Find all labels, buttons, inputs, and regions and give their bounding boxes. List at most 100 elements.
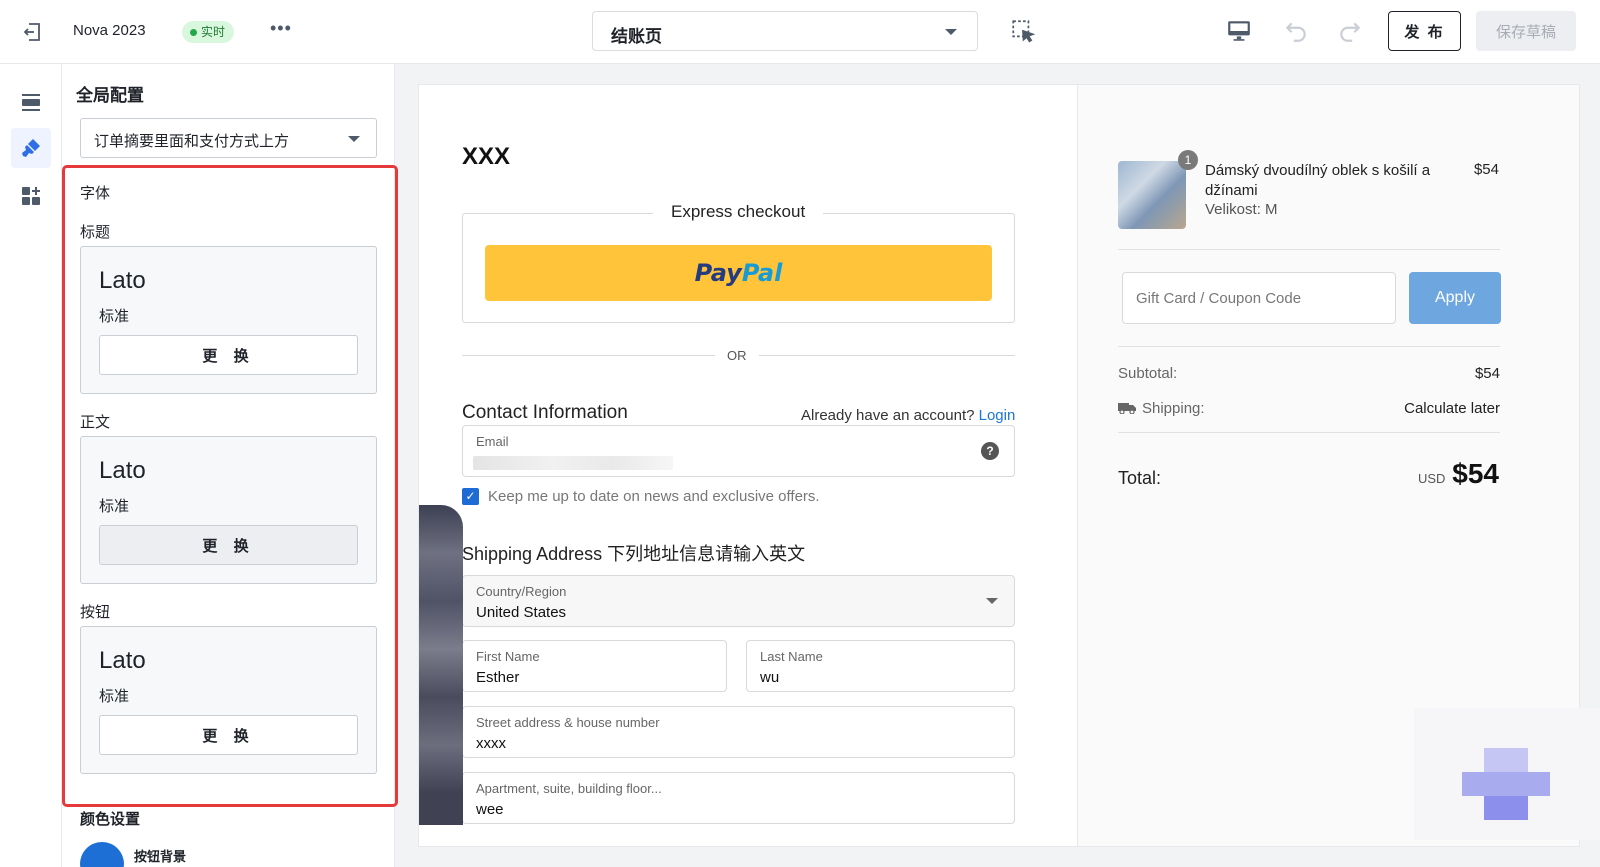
body-font-family: Lato (99, 457, 146, 484)
page-selector-value: 结账页 (611, 27, 662, 46)
product-price: $54 (1473, 161, 1499, 178)
or-text: OR (715, 348, 759, 363)
product-quantity-badge: 1 (1178, 150, 1198, 170)
street-address-field[interactable]: Street address & house number xxxx (462, 706, 1015, 758)
button-background-color-swatch[interactable] (80, 842, 124, 867)
change-heading-font-button[interactable]: 更 换 (99, 335, 358, 375)
country-region-select[interactable]: Country/Region United States (462, 575, 1015, 627)
street-address-label: Street address & house number (476, 715, 660, 730)
button-font-label: 按钮 (80, 604, 111, 621)
newsletter-checkbox[interactable]: ✓ (462, 488, 479, 505)
total-label: Total: (1118, 468, 1162, 488)
redo-icon[interactable] (1337, 18, 1363, 44)
shipping-label: Shipping: (1142, 400, 1205, 417)
email-field[interactable]: Email ? (462, 425, 1015, 477)
layout-position-value: 订单摘要里面和支付方式上方 (94, 133, 290, 150)
button-background-label: 按钮背景 (134, 849, 187, 864)
email-value-redacted (473, 456, 673, 470)
font-section-label: 字体 (80, 185, 111, 202)
store-logo-text: XXX (462, 143, 511, 170)
subtotal-value: $54 (1474, 365, 1500, 382)
summary-divider (1118, 249, 1500, 250)
button-font-style: 标准 (99, 688, 130, 705)
more-options-icon[interactable]: ••• (270, 18, 292, 39)
help-icon[interactable]: ? (981, 442, 999, 460)
coupon-code-input[interactable]: Gift Card / Coupon Code (1122, 272, 1396, 324)
total-currency: USD (1418, 471, 1446, 486)
heading-font-card: Lato 标准 更 换 (80, 246, 377, 394)
font-settings-highlight: 字体 标题 Lato 标准 更 换 正文 Lato 标准 更 换 按钮 Lato… (62, 165, 398, 807)
undo-icon[interactable] (1283, 18, 1309, 44)
sections-icon (22, 94, 40, 111)
layout-position-select[interactable]: 订单摘要里面和支付方式上方 (80, 118, 377, 158)
subtotal-label: Subtotal: (1118, 365, 1178, 382)
redacted-pixel (1462, 772, 1550, 796)
select-element-icon[interactable] (1010, 18, 1036, 44)
apartment-label: Apartment, suite, building floor... (476, 781, 662, 796)
live-badge-label: 实时 (201, 25, 226, 39)
email-label: Email (476, 434, 509, 449)
button-font-family: Lato (99, 647, 146, 674)
truck-icon (1118, 403, 1136, 414)
shipping-address-title: Shipping Address 下列地址信息请输入英文 (462, 544, 806, 564)
first-name-value: Esther (476, 669, 520, 686)
checkout-main-column: XXX Express checkout Pay Pal OR Contact I… (419, 85, 1077, 846)
paypal-logo-part1: Pay (694, 259, 742, 287)
body-font-label: 正文 (80, 414, 111, 431)
product-thumbnail (1118, 161, 1186, 229)
apartment-field[interactable]: Apartment, suite, building floor... wee (462, 772, 1015, 824)
heading-font-label: 标题 (80, 224, 111, 241)
top-bar: Nova 2023 实时 ••• 结账页 发 布 保存草稿 (0, 0, 1600, 64)
change-button-font-button[interactable]: 更 换 (99, 715, 358, 755)
page-selector[interactable]: 结账页 (592, 11, 978, 51)
publish-button[interactable]: 发 布 (1388, 11, 1461, 51)
heading-font-style: 标准 (99, 308, 130, 325)
live-status-badge: 实时 (182, 21, 235, 43)
express-checkout-title: Express checkout (653, 202, 824, 222)
color-settings-title: 颜色设置 (80, 811, 141, 828)
account-prompt: Already have an account? Login (801, 407, 1015, 424)
change-body-font-button[interactable]: 更 换 (99, 525, 358, 565)
redacted-pixel (1484, 796, 1528, 820)
redacted-widget (1414, 708, 1600, 840)
panel-title: 全局配置 (76, 86, 144, 105)
paypal-logo-part2: Pal (741, 259, 783, 287)
icon-rail (0, 64, 62, 867)
rail-widgets-button[interactable] (11, 176, 51, 216)
settings-panel: 全局配置 订单摘要里面和支付方式上方 字体 标题 Lato 标准 更 换 正文 … (62, 64, 398, 867)
total-value: $54 (1452, 458, 1499, 489)
save-draft-button[interactable]: 保存草稿 (1476, 11, 1576, 51)
last-name-label: Last Name (760, 649, 823, 664)
checkout-preview: XXX Express checkout Pay Pal OR Contact I… (418, 84, 1580, 847)
chevron-down-icon (986, 598, 998, 604)
country-label: Country/Region (476, 584, 567, 599)
heading-font-family: Lato (99, 267, 146, 294)
apartment-value: wee (476, 801, 504, 818)
rail-theme-button[interactable] (11, 128, 51, 168)
rail-sections-button[interactable] (11, 82, 51, 122)
contact-information-title: Contact Information (462, 402, 628, 423)
chevron-down-icon (348, 136, 360, 142)
newsletter-label: Keep me up to date on news and exclusive… (488, 488, 820, 505)
status-dot-icon (190, 28, 197, 36)
last-name-value: wu (760, 669, 780, 686)
account-question: Already have an account? (801, 407, 975, 424)
apply-coupon-button[interactable]: Apply (1409, 272, 1501, 324)
exit-icon[interactable] (20, 20, 44, 44)
summary-divider (1118, 346, 1500, 347)
shipping-value: Calculate later (1404, 400, 1500, 417)
redacted-pixel (1484, 748, 1528, 772)
paypal-button[interactable]: Pay Pal (485, 245, 992, 301)
login-link[interactable]: Login (979, 407, 1016, 424)
desktop-preview-icon[interactable] (1226, 18, 1252, 44)
shipping-label-wrap: Shipping: (1118, 400, 1205, 417)
chevron-down-icon (945, 29, 957, 35)
body-font-card: Lato 标准 更 换 (80, 436, 377, 584)
coupon-placeholder: Gift Card / Coupon Code (1136, 290, 1302, 307)
last-name-field[interactable]: Last Name wu (746, 640, 1015, 692)
body-font-style: 标准 (99, 498, 130, 515)
store-name: Nova 2023 (73, 22, 146, 39)
button-font-card: Lato 标准 更 换 (80, 626, 377, 774)
product-variant: Velikost: M (1205, 201, 1278, 218)
first-name-field[interactable]: First Name Esther (462, 640, 727, 692)
